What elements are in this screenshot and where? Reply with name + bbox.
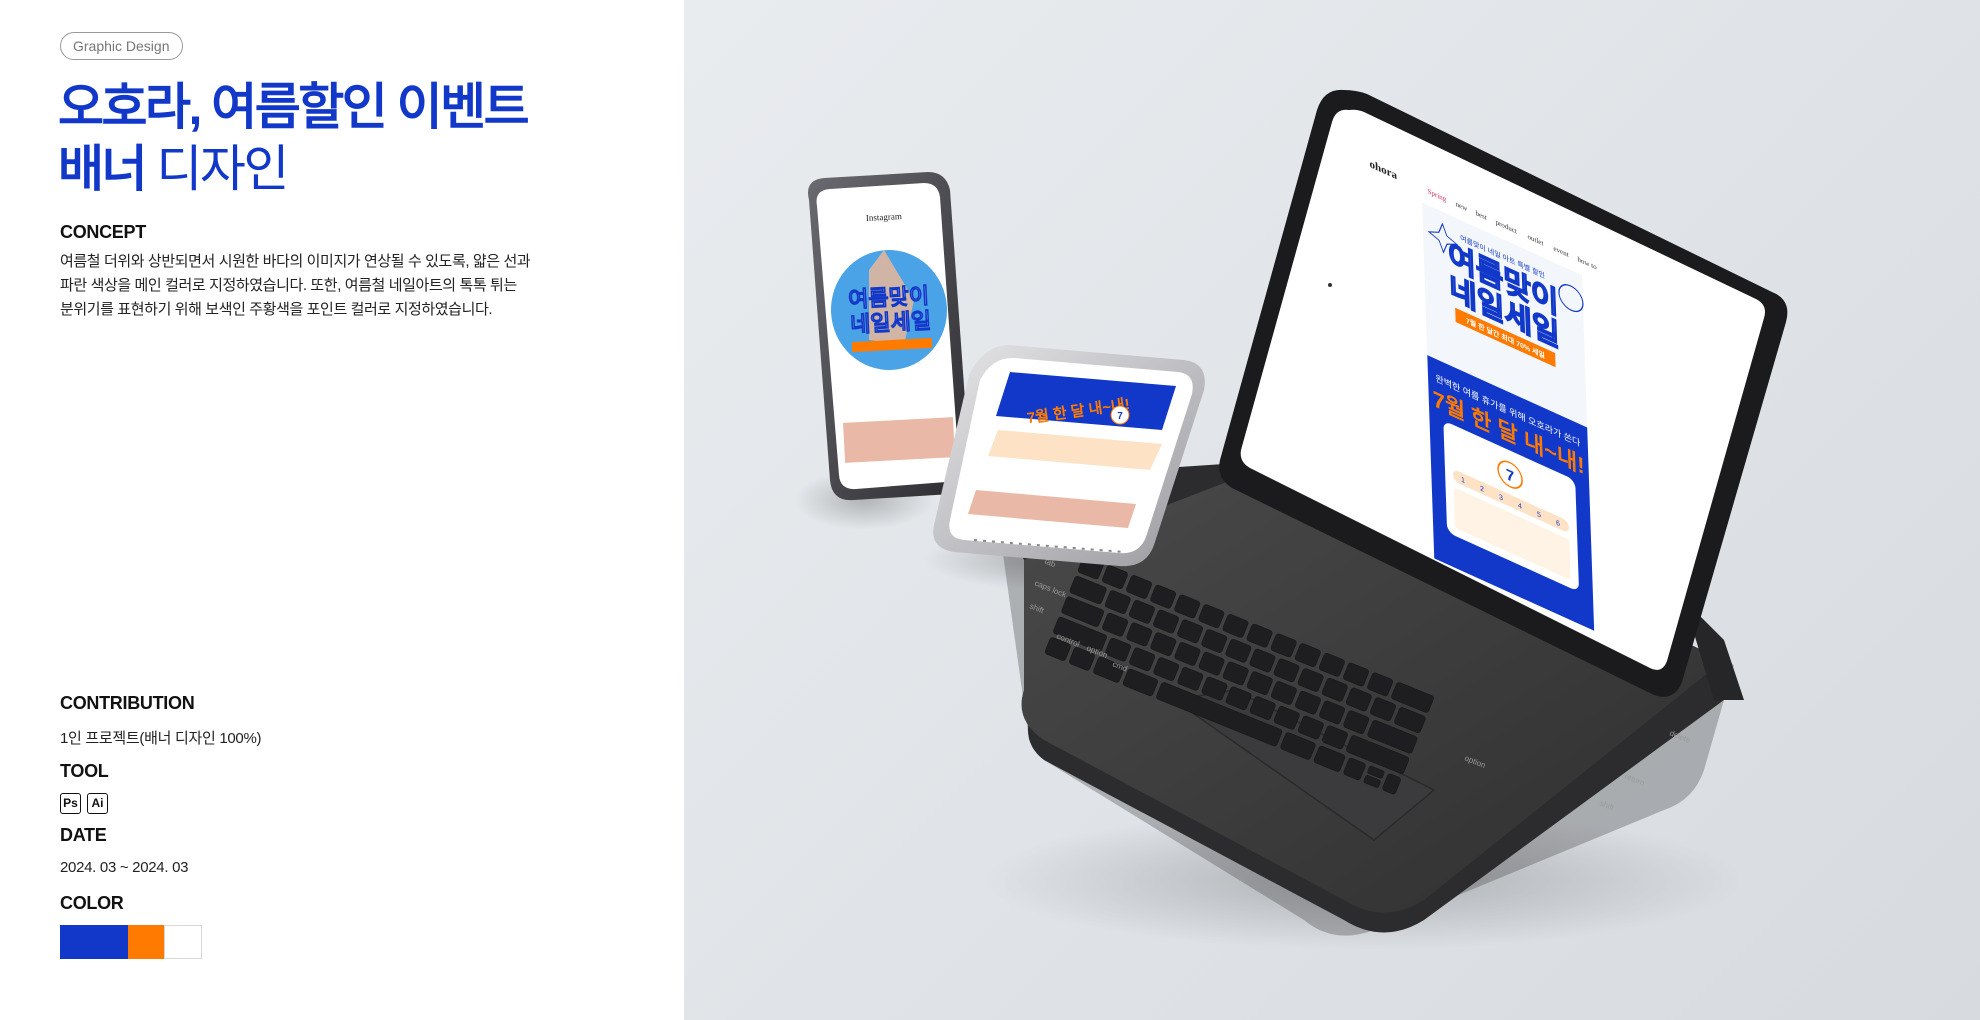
concept-line-2: 파란 색상을 메인 컬러로 지정하였습니다. 또한, 여름철 네일아트의 톡톡 …	[60, 277, 517, 294]
tool-heading: TOOL	[60, 761, 109, 781]
title-line-2-thin: 디자인	[156, 141, 289, 197]
contribution-value: 1인 프로젝트(배너 디자인 100%)	[60, 730, 262, 747]
category-tag: Graphic Design	[60, 32, 183, 60]
photoshop-icon: Ps	[60, 793, 81, 814]
device-mockup: tab caps lock shift control option cmd d…	[794, 89, 1788, 950]
date-value: 2024. 03 ~ 2024. 03	[60, 859, 189, 876]
phone-back-photo	[843, 417, 955, 463]
swatch-orange	[128, 925, 164, 959]
phone-back: Instagram 여름맞이 네일세일	[808, 172, 971, 501]
title-line-1: 오호라, 여름할인 이벤트	[58, 79, 530, 135]
contribution-heading: CONTRIBUTION	[60, 693, 195, 713]
phone-back-app-title: Instagram	[866, 211, 902, 223]
swatch-blue	[60, 925, 128, 959]
concept-description: 여름철 더위와 상반되면서 시원한 바다의 이미지가 연상될 수 있도록, 얇은…	[60, 250, 580, 322]
phone-front-calendar-day: 7	[1117, 411, 1123, 422]
info-panel: Graphic Design 오호라, 여름할인 이벤트 배너 디자인 CONC…	[0, 0, 684, 1020]
concept-line-1: 여름철 더위와 상반되면서 시원한 바다의 이미지가 연상될 수 있도록, 얇은…	[60, 253, 531, 270]
title-line-2-bold: 배너	[58, 141, 148, 197]
date-heading: DATE	[60, 825, 107, 845]
concept-heading: CONCEPT	[60, 222, 146, 242]
page-title: 오호라, 여름할인 이벤트 배너 디자인	[58, 76, 658, 200]
color-swatches	[60, 925, 202, 959]
color-heading: COLOR	[60, 893, 124, 913]
tool-list: Ps Ai	[60, 793, 108, 814]
concept-line-3: 분위기를 표현하기 위해 보색인 주황색을 포인트 컬러로 지정하였습니다.	[60, 301, 493, 318]
illustrator-icon: Ai	[87, 793, 108, 814]
tablet-camera	[1328, 283, 1332, 287]
mockup-panel: tab caps lock shift control option cmd d…	[684, 0, 1980, 1020]
swatch-white	[164, 925, 202, 959]
title-line-2: 배너 디자인	[58, 138, 658, 200]
phone-back-banner-line2: 네일세일	[850, 308, 932, 337]
